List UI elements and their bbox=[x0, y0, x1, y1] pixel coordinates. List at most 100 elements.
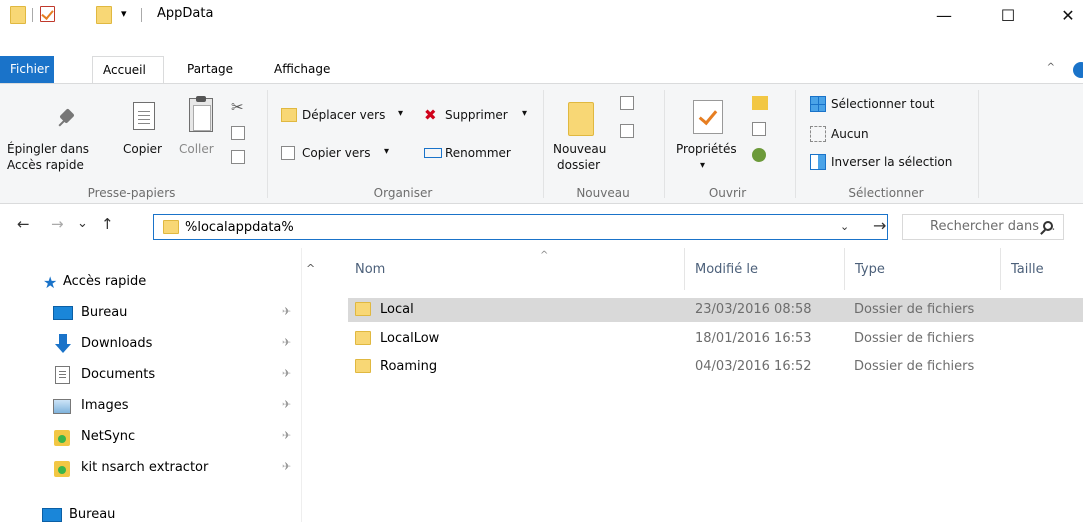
select-none-button[interactable]: Aucun bbox=[831, 127, 869, 141]
column-header-size[interactable]: Taille bbox=[1011, 262, 1044, 277]
file-modified: 04/03/2016 16:52 bbox=[695, 359, 812, 374]
open-icon[interactable] bbox=[752, 96, 768, 110]
divider bbox=[795, 90, 796, 198]
pin-icon[interactable]: ✈ bbox=[282, 461, 292, 472]
select-all-icon[interactable] bbox=[810, 96, 826, 112]
pin-quick-access-button[interactable]: Épingler dans bbox=[7, 142, 89, 156]
nav-item-desktop[interactable]: Bureau ✈ bbox=[0, 298, 300, 328]
select-none-icon[interactable] bbox=[810, 126, 826, 142]
scroll-up-icon[interactable]: ^ bbox=[306, 262, 315, 275]
back-button[interactable]: ← bbox=[17, 217, 30, 232]
nav-item-label: Images bbox=[81, 398, 129, 413]
recent-locations-button[interactable]: ⌄ bbox=[77, 217, 88, 230]
tab-share[interactable]: Partage bbox=[177, 56, 243, 83]
new-folder-quick-icon[interactable] bbox=[96, 6, 112, 24]
file-list: ^ Nom Modifié le Type Taille Local 23/03… bbox=[318, 248, 1083, 522]
new-folder-label[interactable]: dossier bbox=[557, 158, 600, 172]
pin-icon[interactable]: ✈ bbox=[282, 430, 292, 441]
cut-icon[interactable]: ✂ bbox=[231, 98, 244, 116]
delete-icon[interactable]: ✖ bbox=[424, 108, 437, 123]
tab-home[interactable]: Accueil bbox=[92, 56, 164, 83]
copy-to-icon[interactable] bbox=[281, 146, 295, 160]
collapse-ribbon-icon[interactable]: ^ bbox=[1047, 62, 1055, 73]
pin-quick-access-label[interactable]: Accès rapide bbox=[7, 158, 84, 172]
organize-group-label: Organiser bbox=[373, 186, 433, 200]
rename-icon[interactable] bbox=[424, 148, 442, 158]
nav-item-quick-access[interactable]: ★ Accès rapide bbox=[0, 267, 300, 297]
address-input[interactable]: %localappdata% bbox=[185, 220, 294, 235]
chevron-down-icon[interactable]: ▾ bbox=[384, 146, 389, 157]
properties-icon[interactable] bbox=[693, 100, 723, 134]
invert-selection-icon[interactable] bbox=[810, 154, 826, 170]
new-item-icon[interactable] bbox=[620, 96, 634, 110]
nav-item-images[interactable]: Images ✈ bbox=[0, 391, 300, 421]
table-row[interactable]: LocalLow 18/01/2016 16:53 Dossier de fic… bbox=[348, 327, 1083, 351]
properties-button[interactable]: Propriétés bbox=[676, 142, 737, 156]
nav-item-netsync[interactable]: NetSync ✈ bbox=[0, 422, 300, 452]
copy-path-icon[interactable] bbox=[231, 126, 245, 140]
easy-access-icon[interactable] bbox=[620, 124, 634, 138]
nav-item-kit-nsarch-extractor[interactable]: kit nsarch extractor ✈ bbox=[0, 453, 300, 483]
nav-item-label: NetSync bbox=[81, 429, 136, 444]
documents-icon bbox=[55, 366, 70, 384]
pin-icon[interactable]: ✈ bbox=[282, 399, 292, 410]
ribbon: Épingler dans Accès rapide Copier Coller… bbox=[0, 83, 1083, 204]
edit-icon[interactable] bbox=[752, 122, 766, 136]
column-header-modified[interactable]: Modifié le bbox=[695, 262, 758, 277]
nav-item-downloads[interactable]: Downloads ✈ bbox=[0, 329, 300, 359]
go-button[interactable]: → bbox=[873, 216, 886, 235]
minimize-button[interactable]: — bbox=[921, 0, 967, 31]
properties-quick-icon[interactable] bbox=[40, 6, 55, 22]
tab-view[interactable]: Affichage bbox=[264, 56, 340, 83]
new-folder-button[interactable]: Nouveau bbox=[553, 142, 606, 156]
chevron-down-icon[interactable]: ▾ bbox=[398, 108, 403, 119]
table-row[interactable]: Local 23/03/2016 08:58 Dossier de fichie… bbox=[348, 298, 1083, 322]
paste-button[interactable]: Coller bbox=[179, 142, 214, 156]
paste-icon[interactable] bbox=[189, 96, 213, 132]
close-button[interactable]: ✕ bbox=[1045, 0, 1083, 31]
pin-icon[interactable]: ✈ bbox=[282, 306, 292, 317]
nav-item-label: Bureau bbox=[81, 305, 128, 320]
chevron-down-icon[interactable]: ▾ bbox=[700, 160, 705, 171]
move-to-button[interactable]: Déplacer vers bbox=[302, 108, 385, 122]
tab-file[interactable]: Fichier bbox=[0, 56, 54, 83]
address-bar[interactable]: %localappdata% ⌄ bbox=[153, 214, 888, 240]
nav-item-documents[interactable]: Documents ✈ bbox=[0, 360, 300, 390]
nav-pane-scrollbar[interactable]: ^ bbox=[301, 248, 318, 522]
new-folder-icon[interactable] bbox=[568, 102, 594, 136]
divider bbox=[978, 90, 979, 198]
pin-icon[interactable]: ✈ bbox=[282, 368, 292, 379]
search-icon[interactable] bbox=[1043, 221, 1053, 231]
move-to-icon[interactable] bbox=[281, 108, 297, 122]
help-icon[interactable] bbox=[1073, 62, 1083, 78]
divider[interactable] bbox=[1000, 248, 1001, 290]
folder-icon bbox=[355, 359, 371, 373]
quick-access-dropdown[interactable]: ▾ bbox=[121, 7, 127, 20]
column-header-name[interactable]: Nom bbox=[355, 262, 385, 277]
search-box[interactable]: Rechercher dans ... bbox=[902, 214, 1064, 240]
pin-icon[interactable]: ✈ bbox=[282, 337, 292, 348]
select-all-button[interactable]: Sélectionner tout bbox=[831, 97, 934, 111]
forward-button[interactable]: → bbox=[51, 217, 64, 232]
open-group-label: Ouvrir bbox=[708, 186, 747, 200]
copy-icon[interactable] bbox=[133, 102, 155, 130]
divider[interactable] bbox=[684, 248, 685, 290]
nav-item-desktop-root[interactable]: Bureau bbox=[0, 500, 300, 522]
address-dropdown[interactable]: ⌄ bbox=[840, 220, 849, 233]
paste-shortcut-icon[interactable] bbox=[231, 150, 245, 164]
copy-button[interactable]: Copier bbox=[123, 142, 162, 156]
file-name: Roaming bbox=[380, 359, 438, 374]
divider[interactable] bbox=[844, 248, 845, 290]
up-button[interactable]: ↑ bbox=[101, 217, 114, 232]
column-header-type[interactable]: Type bbox=[855, 262, 885, 277]
history-icon[interactable] bbox=[752, 148, 766, 162]
chevron-down-icon[interactable]: ▾ bbox=[522, 108, 527, 119]
search-input[interactable]: Rechercher dans ... bbox=[930, 219, 1056, 234]
rename-button[interactable]: Renommer bbox=[445, 146, 511, 160]
pin-icon[interactable] bbox=[56, 108, 78, 130]
delete-button[interactable]: Supprimer bbox=[445, 108, 508, 122]
invert-selection-button[interactable]: Inverser la sélection bbox=[831, 155, 952, 169]
table-row[interactable]: Roaming 04/03/2016 16:52 Dossier de fich… bbox=[348, 355, 1083, 379]
maximize-button[interactable]: ☐ bbox=[985, 0, 1031, 31]
copy-to-button[interactable]: Copier vers bbox=[302, 146, 370, 160]
